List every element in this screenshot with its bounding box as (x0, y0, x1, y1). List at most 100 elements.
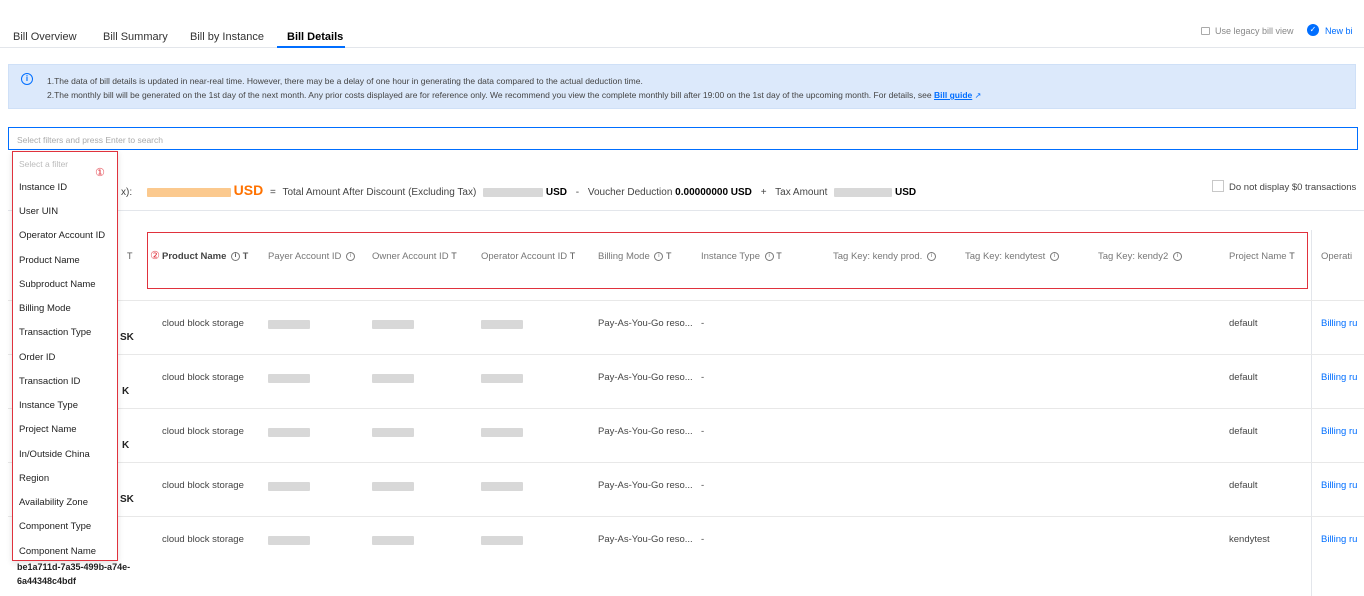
search-input[interactable]: Select filters and press Enter to search (8, 127, 1358, 150)
cell-owner-masked (372, 428, 414, 437)
instance-id-line-1[interactable]: be1a711d-7a35-499b-a74e- (17, 562, 130, 572)
tax-masked (834, 187, 893, 197)
hide-zero-checkbox[interactable] (1212, 180, 1224, 192)
instance-id-line-2[interactable]: 6a44348c4bdf (17, 576, 76, 586)
instance-id-fragment: SK (120, 332, 134, 343)
cell-billing-mode: Pay-As-You-Go reso... (598, 480, 693, 491)
billing-rule-link[interactable]: Billing ru (1321, 372, 1357, 383)
filter-option[interactable]: Instance Type (19, 400, 78, 411)
billing-rule-link[interactable]: Billing ru (1321, 534, 1357, 545)
banner-line-1: 1.The data of bill details is updated in… (47, 76, 643, 86)
info-banner: i 1.The data of bill details is updated … (8, 64, 1356, 109)
summary-prefix: x): (121, 187, 133, 198)
annotation-marker-2: ② (150, 250, 160, 262)
legacy-view-icon (1201, 27, 1210, 35)
cell-payer-masked (268, 320, 310, 329)
new-bill-icon: ✓ (1307, 24, 1319, 36)
operation-column-divider (1311, 230, 1312, 596)
bill-guide-link[interactable]: Bill guide (934, 90, 972, 100)
filter-option[interactable]: Component Type (19, 521, 91, 532)
cell-payer-masked (268, 482, 310, 491)
legacy-bill-view-link[interactable]: Use legacy bill view (1215, 26, 1294, 36)
cell-operator-masked (481, 320, 523, 329)
cell-operator-masked (481, 428, 523, 437)
equals-sign: = (270, 187, 276, 198)
filter-option[interactable]: Product Name (19, 255, 80, 266)
plus-sign: + (760, 187, 767, 198)
filter-option[interactable]: In/Outside China (19, 449, 90, 460)
filter-option[interactable]: User UIN (19, 206, 58, 217)
cell-product: cloud block storage (162, 480, 244, 491)
new-bill-link[interactable]: New bi (1325, 26, 1353, 36)
cell-payer-masked (268, 536, 310, 545)
tab-bill-overview[interactable]: Bill Overview (13, 31, 77, 43)
cell-instance-type: - (701, 534, 705, 545)
row-divider (8, 300, 1364, 301)
cell-owner-masked (372, 536, 414, 545)
filter-dropdown: Select a filter ① Instance ID User UIN O… (12, 151, 118, 561)
cell-operator-masked (481, 482, 523, 491)
filter-option[interactable]: Order ID (19, 352, 55, 363)
cell-owner-masked (372, 374, 414, 383)
billing-rule-link[interactable]: Billing ru (1321, 426, 1357, 437)
cell-billing-mode: Pay-As-You-Go reso... (598, 534, 693, 545)
annotation-marker-1: ① (95, 167, 105, 179)
billing-rule-link[interactable]: Billing ru (1321, 480, 1357, 491)
row-divider (8, 516, 1364, 517)
total-currency: USD (233, 182, 264, 198)
filter-dropdown-header: Select a filter (19, 159, 69, 169)
row-divider (8, 408, 1364, 409)
tab-bill-by-instance[interactable]: Bill by Instance (190, 31, 264, 43)
instance-id-fragment: K (122, 440, 130, 451)
filter-option[interactable]: Availability Zone (19, 497, 88, 508)
filter-option[interactable]: Transaction Type (19, 327, 91, 338)
cell-operator-masked (481, 536, 523, 545)
cell-billing-mode: Pay-As-You-Go reso... (598, 426, 693, 437)
cell-payer-masked (268, 428, 310, 437)
tab-bill-details[interactable]: Bill Details (287, 31, 343, 43)
cell-instance-type: - (701, 372, 705, 383)
hide-zero-label: Do not display $0 transactions (1229, 182, 1357, 193)
filter-option[interactable]: Instance ID (19, 182, 67, 193)
instance-id-fragment: K (122, 386, 130, 397)
cell-product: cloud block storage (162, 534, 244, 545)
voucher-value: 0.00000000 USD (675, 187, 752, 198)
th-operation: Operati (1321, 251, 1353, 262)
filter-option[interactable]: Component Name (19, 546, 96, 557)
filter-option[interactable]: Operator Account ID (19, 230, 105, 241)
cell-product: cloud block storage (162, 426, 244, 437)
cell-billing-mode: Pay-As-You-Go reso... (598, 318, 693, 329)
filter-option[interactable]: Subproduct Name (19, 279, 96, 290)
cell-project: default (1229, 426, 1258, 437)
total-after-discount-masked (483, 187, 544, 197)
info-icon: i (21, 73, 33, 85)
filter-option[interactable]: Region (19, 473, 49, 484)
cell-operator-masked (481, 374, 523, 383)
filter-option[interactable]: Project Name (19, 424, 77, 435)
search-placeholder: Select filters and press Enter to search (17, 135, 163, 145)
cell-billing-mode: Pay-As-You-Go reso... (598, 372, 693, 383)
cell-project: default (1229, 318, 1258, 329)
external-link-icon: ↗ (974, 91, 982, 100)
filter-option[interactable]: Billing Mode (19, 303, 71, 314)
tax-currency: USD (894, 187, 917, 198)
cell-project: default (1229, 372, 1258, 383)
cell-product: cloud block storage (162, 318, 244, 329)
billing-rule-link[interactable]: Billing ru (1321, 318, 1357, 329)
total-after-discount-currency: USD (545, 187, 567, 198)
cell-project: kendytest (1229, 534, 1270, 545)
row-divider (8, 462, 1364, 463)
banner-line-2: 2.The monthly bill will be generated on … (47, 90, 981, 100)
cell-instance-type: - (701, 318, 705, 329)
cell-project: default (1229, 480, 1258, 491)
tax-label: Tax Amount (775, 187, 828, 198)
cell-owner-masked (372, 320, 414, 329)
total-amount-masked (146, 187, 231, 197)
summary-line: x): USD = Total Amount After Discount (E… (121, 182, 916, 198)
tab-bill-summary[interactable]: Bill Summary (103, 31, 168, 43)
cell-owner-masked (372, 482, 414, 491)
active-tab-indicator (277, 46, 345, 48)
filter-option[interactable]: Transaction ID (19, 376, 80, 387)
cell-product: cloud block storage (162, 372, 244, 383)
instance-filter-icon[interactable]: T (127, 251, 133, 261)
